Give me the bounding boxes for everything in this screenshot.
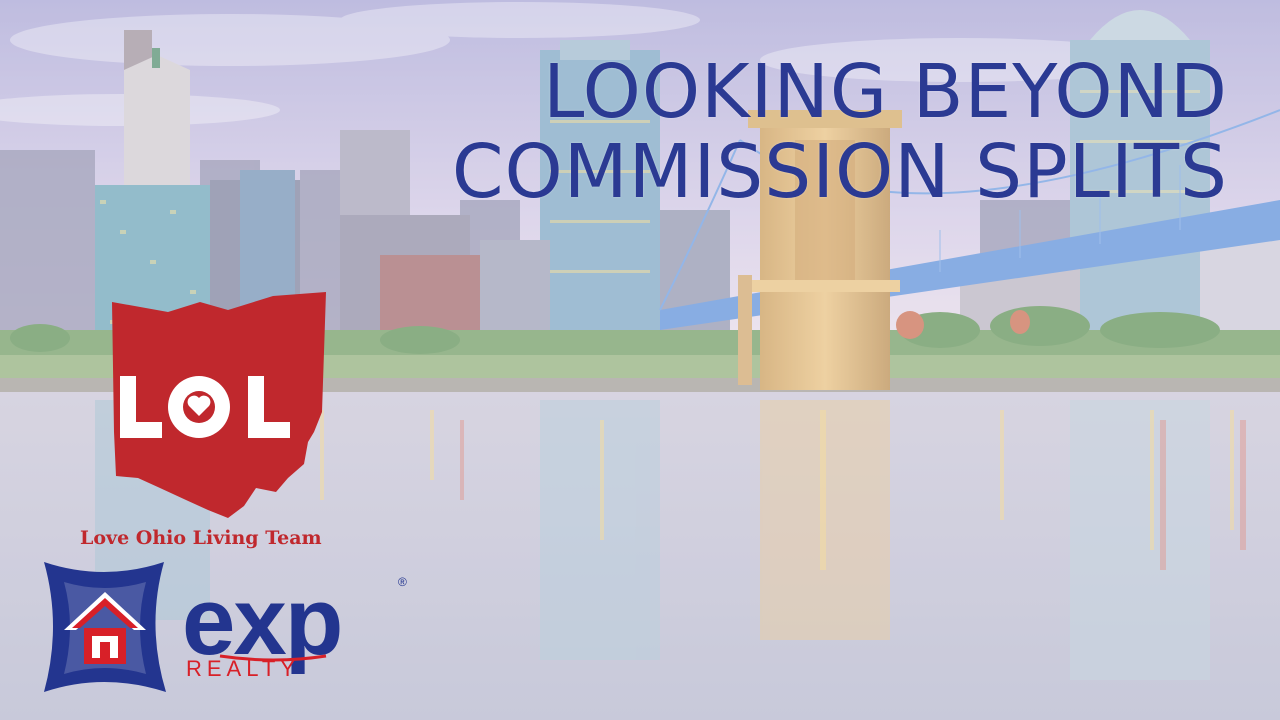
registered-mark: ®	[398, 575, 407, 589]
headline-line-2: COMMISSION SPLITS	[451, 129, 1228, 215]
realty-text: REALTY	[186, 656, 300, 681]
lol-ohio-logo	[108, 292, 330, 520]
exp-realty-logo: exp ® REALTY	[34, 556, 414, 702]
headline-line-1: LOOKING BEYOND	[543, 49, 1228, 135]
headline: LOOKING BEYOND COMMISSION SPLITS	[228, 52, 1228, 212]
team-name: Love Ohio Living Team	[80, 527, 322, 549]
